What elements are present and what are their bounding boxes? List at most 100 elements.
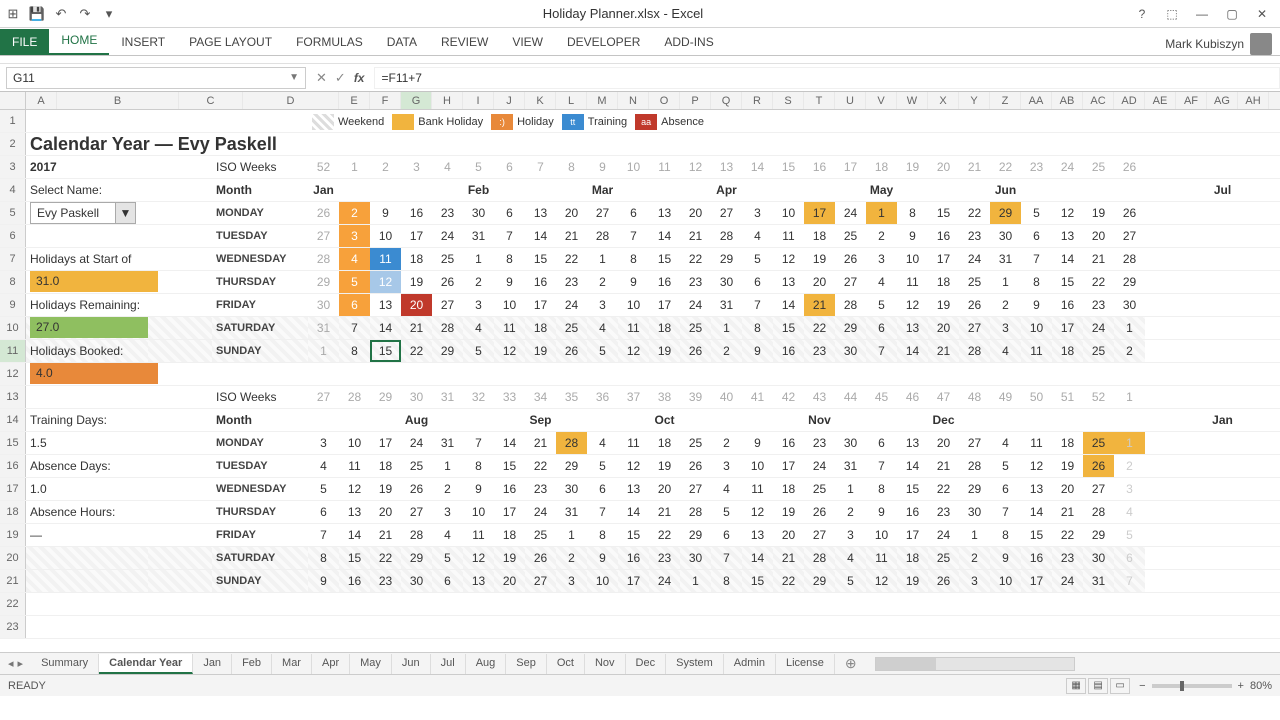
cell[interactable]: 24	[401, 432, 432, 454]
cell[interactable]: 16	[928, 225, 959, 247]
cell[interactable]: 14	[897, 340, 928, 362]
cell[interactable]: 2	[587, 271, 618, 293]
col-header[interactable]: X	[928, 92, 959, 109]
cell[interactable]: 11	[463, 524, 494, 546]
cell[interactable]: 11	[339, 455, 370, 477]
ribbon-tab-formulas[interactable]: FORMULAS	[284, 29, 375, 55]
cell[interactable]: 30	[835, 340, 866, 362]
cell[interactable]: 6	[432, 570, 463, 592]
cell[interactable]: 31	[556, 501, 587, 523]
cell[interactable]: 31	[432, 432, 463, 454]
cell[interactable]	[148, 455, 212, 477]
cell[interactable]: 30	[680, 547, 711, 569]
cell[interactable]	[148, 317, 212, 339]
col-header[interactable]: U	[835, 92, 866, 109]
cell[interactable]: 19	[897, 570, 928, 592]
cell[interactable]: 21	[1052, 501, 1083, 523]
formula-bar[interactable]: =F11+7	[374, 67, 1280, 89]
cell[interactable]: 24	[804, 455, 835, 477]
save-icon[interactable]: 💾	[28, 5, 46, 23]
sheet-tab[interactable]: System	[666, 654, 724, 674]
cell[interactable]: 3	[959, 570, 990, 592]
ribbon-options-icon[interactable]: ⬚	[1158, 4, 1186, 24]
cell[interactable]: 25	[804, 478, 835, 500]
cell[interactable]: 5	[711, 501, 742, 523]
cell[interactable]: 10	[370, 225, 401, 247]
cell[interactable]: 1	[587, 248, 618, 270]
cell[interactable]: 2	[1114, 455, 1145, 477]
cell[interactable]: 22	[1083, 271, 1114, 293]
cell[interactable]: 18	[1052, 432, 1083, 454]
cell[interactable]: 7	[990, 501, 1021, 523]
cell[interactable]: 17	[525, 294, 556, 316]
cell[interactable]	[148, 156, 212, 178]
cell[interactable]: 22	[525, 455, 556, 477]
avatar[interactable]	[1250, 33, 1272, 55]
sheet-tab[interactable]: Summary	[31, 654, 99, 674]
name-box[interactable]: G11 ▼	[6, 67, 306, 89]
cell[interactable]: 23	[804, 432, 835, 454]
cell[interactable]: 4	[711, 478, 742, 500]
cell[interactable]: 6	[866, 432, 897, 454]
cell[interactable]: 8	[990, 524, 1021, 546]
cell[interactable]: 19	[525, 340, 556, 362]
cell[interactable]: 4	[587, 432, 618, 454]
cell[interactable]: 10	[494, 294, 525, 316]
cell[interactable]: 19	[649, 455, 680, 477]
cell[interactable]: 17	[804, 202, 835, 224]
cell[interactable]: 22	[370, 547, 401, 569]
cell[interactable]: 20	[1052, 478, 1083, 500]
cell[interactable]: 11	[742, 478, 773, 500]
cell[interactable]: 14	[525, 225, 556, 247]
cell[interactable]: 23	[432, 202, 463, 224]
cell[interactable]: 15	[525, 248, 556, 270]
cell[interactable]: 18	[773, 478, 804, 500]
cell[interactable]: 14	[897, 455, 928, 477]
cell[interactable]: 13	[897, 317, 928, 339]
cell[interactable]: 30	[711, 271, 742, 293]
cell[interactable]: 29	[711, 248, 742, 270]
cell[interactable]: 6	[339, 294, 370, 316]
cell[interactable]: 26	[804, 501, 835, 523]
cell[interactable]: 13	[649, 202, 680, 224]
undo-icon[interactable]: ↶	[52, 5, 70, 23]
row-header[interactable]: 9	[0, 294, 26, 316]
row-header[interactable]: 23	[0, 616, 26, 638]
col-header[interactable]: AE	[1145, 92, 1176, 109]
cell[interactable]: 4	[835, 547, 866, 569]
row-header[interactable]: 2	[0, 133, 26, 155]
cell[interactable]: 2	[339, 202, 370, 224]
cell[interactable]: 19	[1052, 455, 1083, 477]
cell[interactable]: 9	[897, 225, 928, 247]
cell[interactable]	[148, 432, 212, 454]
cell[interactable]	[148, 340, 212, 362]
row-header[interactable]: 10	[0, 317, 26, 339]
cell[interactable]: 30	[308, 294, 339, 316]
cell[interactable]	[148, 271, 212, 293]
col-header[interactable]: B	[57, 92, 179, 109]
cell[interactable]: 7	[711, 547, 742, 569]
cell[interactable]: 21	[928, 340, 959, 362]
cell[interactable]: 25	[680, 317, 711, 339]
col-header[interactable]: V	[866, 92, 897, 109]
cell[interactable]: 5	[339, 271, 370, 293]
cell[interactable]: 16	[494, 478, 525, 500]
sheet-nav-first-icon[interactable]: ◂	[8, 657, 14, 670]
cell[interactable]: 1	[432, 455, 463, 477]
cell[interactable]: 17	[1021, 570, 1052, 592]
cell[interactable]: 8	[339, 340, 370, 362]
cell[interactable]: 3	[742, 202, 773, 224]
cell[interactable]: 3	[587, 294, 618, 316]
cell[interactable]: 25	[1083, 432, 1114, 454]
cell[interactable]: 18	[1052, 340, 1083, 362]
cell[interactable]: 29	[835, 317, 866, 339]
cell[interactable]: 7	[742, 294, 773, 316]
cell[interactable]: 21	[680, 225, 711, 247]
cell[interactable]: 5	[1021, 202, 1052, 224]
cell[interactable]: 15	[1052, 271, 1083, 293]
cell[interactable]: 26	[680, 340, 711, 362]
cell[interactable]: 18	[649, 432, 680, 454]
cell[interactable]: 24	[1083, 317, 1114, 339]
cell[interactable]: 25	[432, 248, 463, 270]
cell[interactable]: 12	[494, 340, 525, 362]
